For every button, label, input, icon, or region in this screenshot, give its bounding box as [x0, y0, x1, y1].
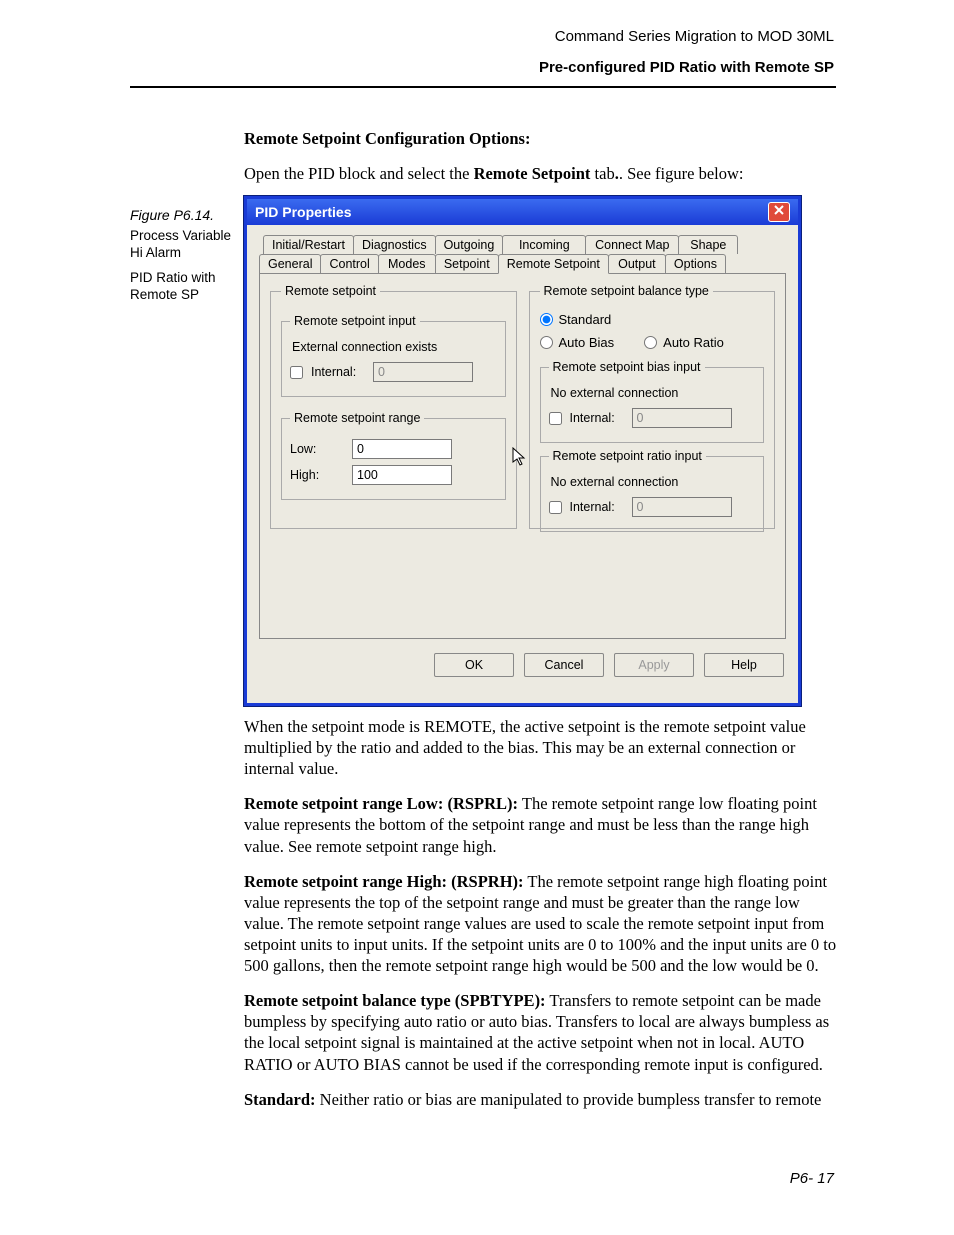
- rsp-high-field[interactable]: [352, 465, 452, 485]
- rsp-internal-label: Internal:: [311, 365, 365, 379]
- group-remote-setpoint-label: Remote setpoint: [281, 284, 380, 298]
- ratio-internal-label: Internal:: [570, 500, 624, 514]
- tabs-row-front: General Control Modes Setpoint Remote Se…: [259, 254, 786, 273]
- rsp-high-label: High:: [290, 468, 344, 482]
- ok-button[interactable]: OK: [434, 653, 514, 677]
- para-3: Remote setpoint range High: (RSPRH): The…: [244, 871, 839, 977]
- cancel-button[interactable]: Cancel: [524, 653, 604, 677]
- pid-properties-dialog: PID Properties Initial/Restart Diagnosti…: [244, 196, 801, 706]
- tab-general[interactable]: General: [259, 254, 321, 273]
- rsp-internal-field[interactable]: [373, 362, 473, 382]
- header-line1: Command Series Migration to MOD 30ML: [130, 28, 834, 45]
- ext-conn-note: External connection exists: [292, 340, 497, 354]
- body-paragraphs: When the setpoint mode is REMOTE, the ac…: [244, 716, 839, 1124]
- group-bias-input: Remote setpoint bias input No external c…: [540, 360, 765, 443]
- group-rsp-balance-label: Remote setpoint balance type: [540, 284, 713, 298]
- para-5: Standard: Neither ratio or bias are mani…: [244, 1089, 839, 1110]
- radio-auto-bias[interactable]: [540, 336, 553, 349]
- intro-heading: Remote Setpoint Configuration Options:: [244, 129, 530, 148]
- tab-remote-setpoint[interactable]: Remote Setpoint: [498, 254, 609, 274]
- header-line2: Pre-configured PID Ratio with Remote SP: [130, 59, 834, 76]
- bias-internal-checkbox[interactable]: [549, 412, 562, 425]
- ratio-internal-field[interactable]: [632, 497, 732, 517]
- group-rsp-balance: Remote setpoint balance type Standard Au…: [529, 284, 776, 529]
- rsp-internal-checkbox[interactable]: [290, 366, 303, 379]
- tab-control[interactable]: Control: [320, 254, 378, 273]
- group-ratio-input: Remote setpoint ratio input No external …: [540, 449, 765, 532]
- group-bias-input-label: Remote setpoint bias input: [549, 360, 705, 374]
- radio-auto-ratio-label: Auto Ratio: [663, 335, 724, 350]
- tab-output[interactable]: Output: [608, 254, 666, 273]
- tab-modes[interactable]: Modes: [378, 254, 436, 273]
- bias-note: No external connection: [551, 386, 756, 400]
- ratio-note: No external connection: [551, 475, 756, 489]
- apply-button[interactable]: Apply: [614, 653, 694, 677]
- para-4: Remote setpoint balance type (SPBTYPE): …: [244, 990, 839, 1074]
- radio-standard[interactable]: [540, 313, 553, 326]
- rsp-low-label: Low:: [290, 442, 344, 456]
- tab-setpoint[interactable]: Setpoint: [435, 254, 499, 273]
- tab-shape[interactable]: Shape: [678, 235, 738, 254]
- figure-text-2: PID Ratio with Remote SP: [130, 270, 235, 304]
- group-rsp-range-label: Remote setpoint range: [290, 411, 424, 425]
- bias-internal-field[interactable]: [632, 408, 732, 428]
- close-icon[interactable]: [768, 202, 790, 222]
- page-header: Command Series Migration to MOD 30ML Pre…: [130, 28, 834, 76]
- para-2: Remote setpoint range Low: (RSPRL): The …: [244, 793, 839, 856]
- radio-standard-label: Standard: [559, 312, 612, 327]
- intro-block: Remote Setpoint Configuration Options: O…: [244, 128, 839, 198]
- tab-incoming[interactable]: Incoming: [502, 235, 586, 254]
- figure-caption: Figure P6.14.: [130, 207, 230, 223]
- tab-diagnostics[interactable]: Diagnostics: [353, 235, 436, 254]
- tab-connect-map[interactable]: Connect Map: [585, 235, 679, 254]
- tab-options[interactable]: Options: [665, 254, 726, 273]
- tab-initial-restart[interactable]: Initial/Restart: [263, 235, 354, 254]
- titlebar[interactable]: PID Properties: [247, 199, 798, 225]
- page-number: P6- 17: [790, 1170, 834, 1187]
- group-remote-setpoint: Remote setpoint Remote setpoint input Ex…: [270, 284, 517, 529]
- group-rsp-range: Remote setpoint range Low: High:: [281, 411, 506, 500]
- radio-auto-bias-label: Auto Bias: [559, 335, 615, 350]
- intro-sentence: Open the PID block and select the Remote…: [244, 163, 839, 184]
- tabs-row-back: Initial/Restart Diagnostics Outgoing Inc…: [263, 235, 786, 254]
- tab-pane: Remote setpoint Remote setpoint input Ex…: [259, 273, 786, 639]
- dialog-button-bar: OK Cancel Apply Help: [247, 639, 798, 677]
- tab-outgoing[interactable]: Outgoing: [435, 235, 504, 254]
- bias-internal-label: Internal:: [570, 411, 624, 425]
- figure-text-1: Process Variable Hi Alarm: [130, 228, 235, 262]
- header-rule: [130, 86, 836, 88]
- radio-auto-ratio[interactable]: [644, 336, 657, 349]
- group-rsp-input: Remote setpoint input External connectio…: [281, 314, 506, 397]
- para-1: When the setpoint mode is REMOTE, the ac…: [244, 716, 839, 779]
- dialog-title: PID Properties: [255, 204, 351, 220]
- group-rsp-input-label: Remote setpoint input: [290, 314, 420, 328]
- group-ratio-input-label: Remote setpoint ratio input: [549, 449, 706, 463]
- rsp-low-field[interactable]: [352, 439, 452, 459]
- ratio-internal-checkbox[interactable]: [549, 501, 562, 514]
- help-button[interactable]: Help: [704, 653, 784, 677]
